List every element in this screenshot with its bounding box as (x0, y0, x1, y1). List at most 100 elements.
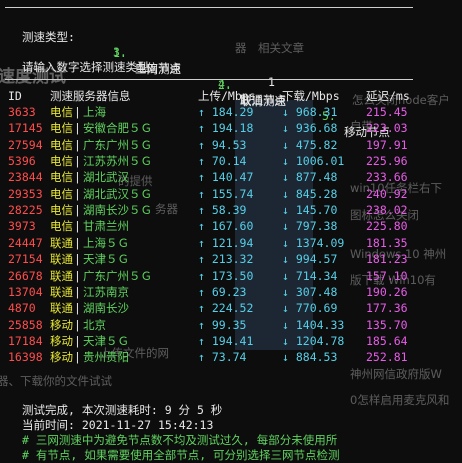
footer-done: 测试完成, 本次测速耗时: 9 分 5 秒 (0, 386, 222, 417)
download-value: ↓ 884.53 (282, 350, 338, 365)
server-location: 江苏南京 (83, 284, 129, 299)
server-location: 湖南长沙 (83, 301, 129, 316)
input-line: 1 (0, 58, 275, 89)
separator: | (74, 268, 81, 283)
download-value: ↓ 1204.78 (282, 333, 345, 348)
isp-name: 移动 (50, 350, 73, 365)
table-row: 3973 电信 | 甘肃兰州 ↑ 167.60 ↓ 797.38 225.80 (0, 218, 462, 234)
download-value: ↓ 1404.33 (282, 317, 345, 332)
server-id: 26678 (8, 268, 43, 283)
upload-value: ↑ 194.18 (198, 121, 254, 136)
server-location: 安徽合肥５Ｇ (83, 121, 152, 136)
download-value: ↓ 475.82 (282, 137, 338, 152)
download-value: ↓ 307.48 (282, 284, 338, 299)
table-row: 17145 电信 | 安徽合肥５Ｇ ↑ 194.18 ↓ 936.68 223.03 (0, 120, 462, 136)
latency-value: 240.92 (366, 186, 408, 201)
server-id: 24447 (8, 235, 43, 250)
latency-value: 177.36 (366, 301, 408, 316)
latency-value: 223.03 (366, 121, 408, 136)
table-row: 27154 联通 | 天津５Ｇ ↑ 213.32 ↓ 994.57 181.23 (0, 251, 462, 267)
latency-value: 233.66 (366, 170, 408, 185)
note-line-2: # 有节点, 如果需要使用全部节点, 可分别选择三网节点检测 (22, 448, 340, 462)
table-row: 13704 联通 | 江苏南京 ↑ 69.23 ↓ 307.48 190.26 (0, 284, 462, 300)
table-row: 26678 联通 | 广东广州５Ｇ ↑ 173.50 ↓ 714.34 157.10 (0, 268, 462, 284)
server-id: 13704 (8, 284, 43, 299)
footer-time: 当前时间: 2021-11-27 15:42:13 (0, 401, 213, 432)
separator: | (74, 317, 81, 332)
upload-value: ↑ 213.32 (198, 252, 254, 267)
test-type-label: 测速类型: (22, 30, 75, 44)
upload-value: ↑ 184.29 (198, 105, 254, 119)
separator: | (74, 333, 81, 348)
server-location: 湖北武汉 (83, 170, 129, 185)
separator: | (74, 186, 81, 201)
upload-value: ↑ 224.52 (198, 301, 254, 316)
upload-value: ↑ 140.47 (198, 170, 254, 185)
isp-name: 电信 (50, 137, 73, 152)
download-value: ↓ 1006.01 (282, 154, 345, 169)
header-server: 测速服务器信息 (50, 89, 131, 103)
isp-name: 电信 (50, 170, 73, 185)
server-location: 天津５Ｇ (83, 252, 129, 267)
table-row: 4870 联通 | 湖南长沙 ↑ 224.52 ↓ 770.69 177.36 (0, 300, 462, 316)
download-value: ↓ 145.70 (282, 203, 338, 218)
server-location: 上海 (83, 105, 106, 119)
download-value: ↓ 1374.09 (282, 235, 345, 250)
table-header: ID 测速服务器信息 上传/Mbps 下载/Mbps 延迟/ms (0, 88, 462, 104)
isp-name: 电信 (50, 154, 73, 169)
upload-value: ↑ 58.39 (198, 203, 247, 218)
server-location: 广东广州５Ｇ (83, 268, 152, 283)
separator: | (74, 301, 81, 316)
upload-value: ↑ 69.23 (198, 284, 247, 299)
footer-note-2: # 有节点, 如果需要使用全部节点, 可分别选择三网节点检测 (0, 431, 340, 462)
table-row: 17184 移动 | 天津５Ｇ ↑ 194.41 ↓ 1204.78 185.64 (0, 333, 462, 349)
latency-value: 157.10 (366, 268, 408, 283)
latency-value: 197.91 (366, 137, 408, 152)
server-id: 27594 (8, 137, 43, 152)
divider-header (5, 79, 413, 80)
table-row: 24447 联通 | 上海５Ｇ ↑ 121.94 ↓ 1374.09 181.35 (0, 235, 462, 251)
upload-value: ↑ 70.14 (198, 154, 247, 169)
latency-value: 215.45 (366, 105, 408, 119)
header-download: 下载/Mbps (282, 89, 340, 103)
menu-line-3: 请输入数字选择测速类型: (0, 43, 155, 74)
upload-value: ↑ 94.53 (198, 137, 247, 152)
ghost-text: 神州网信政府版W (350, 367, 442, 381)
server-id: 29353 (8, 186, 43, 201)
table-row: 16398 移动 | 贵州贵阳 ↑ 73.74 ↓ 884.53 252.81 (0, 349, 462, 365)
latency-value: 185.64 (366, 333, 408, 348)
latency-value: 238.02 (366, 203, 408, 218)
download-value: ↓ 936.68 (282, 121, 338, 136)
server-location: 上海５Ｇ (83, 235, 129, 250)
isp-name: 电信 (50, 203, 73, 218)
separator: | (74, 350, 81, 365)
download-value: ↓ 770.69 (282, 301, 338, 316)
latency-value: 225.96 (366, 154, 408, 169)
isp-name: 电信 (50, 219, 73, 234)
option-3-num: 3. (113, 45, 127, 59)
isp-name: 联通 (50, 252, 73, 267)
server-id: 17184 (8, 333, 43, 348)
isp-name: 电信 (50, 105, 73, 119)
download-value: ↓ 714.34 (282, 268, 338, 283)
server-location: 江苏苏州５Ｇ (83, 154, 152, 169)
download-value: ↓ 877.48 (282, 170, 338, 185)
server-location: 贵州贵阳 (83, 350, 129, 365)
table-row: 28225 电信 | 湖南长沙５Ｇ ↑ 58.39 ↓ 145.70 238.02 (0, 202, 462, 218)
download-value: ↓ 797.38 (282, 219, 338, 234)
header-upload: 上传/Mbps (198, 89, 256, 103)
server-id: 3973 (8, 219, 36, 234)
server-location: 湖北武汉５Ｇ (83, 186, 152, 201)
server-location: 天津５Ｇ (83, 333, 129, 348)
separator: | (74, 252, 81, 267)
upload-value: ↑ 73.74 (198, 350, 247, 365)
isp-name: 联通 (50, 235, 73, 250)
upload-value: ↑ 167.60 (198, 219, 254, 234)
menu-line-1: 测速类型: 1. 三网测速 2. 取消测速 (0, 13, 286, 108)
isp-name: 联通 (50, 301, 73, 316)
upload-value: ↑ 194.41 (198, 333, 254, 348)
table-row: 27594 电信 | 广东广州５Ｇ ↑ 94.53 ↓ 475.82 197.91 (0, 137, 462, 153)
download-value: ↓ 845.28 (282, 186, 338, 201)
separator: | (74, 203, 81, 218)
footer-note-1: # 三网测速中为避免节点数不均及测试过久, 每部分未使用所 (0, 416, 337, 447)
